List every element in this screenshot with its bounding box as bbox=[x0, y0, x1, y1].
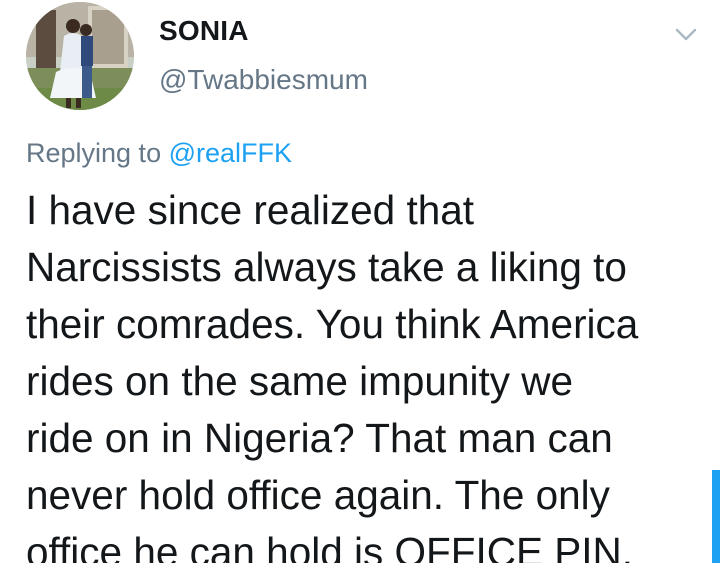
tweet-card: SONIA @Twabbiesmum Replying to @realFFK … bbox=[0, 0, 720, 563]
chevron-down-icon[interactable] bbox=[674, 22, 698, 46]
avatar[interactable] bbox=[26, 2, 134, 110]
reply-mention-link[interactable]: @realFFK bbox=[169, 138, 292, 168]
tweet-text-line: their comrades. You think America bbox=[26, 301, 639, 347]
author-handle[interactable]: @Twabbiesmum bbox=[159, 63, 368, 97]
tweet-text-line: Narcissists always take a liking to bbox=[26, 244, 627, 290]
replying-to-label: Replying to bbox=[26, 138, 169, 168]
tweet-text-line: rides on the same impunity we bbox=[26, 358, 574, 404]
scrollbar[interactable] bbox=[712, 470, 720, 563]
avatar-photo-image bbox=[26, 2, 134, 110]
tweet-text: I have since realized that Narcissists a… bbox=[26, 182, 716, 563]
tweet-text-line: ride on in Nigeria? That man can bbox=[26, 415, 613, 461]
tweet-text-line: never hold office again. The only bbox=[26, 472, 610, 518]
author-display-name[interactable]: SONIA bbox=[159, 14, 249, 48]
tweet-text-line: I have since realized that bbox=[26, 187, 475, 233]
replying-to-line: Replying to @realFFK bbox=[26, 136, 292, 170]
tweet-text-line: office he can hold is OFFICE PIN. bbox=[26, 529, 634, 563]
